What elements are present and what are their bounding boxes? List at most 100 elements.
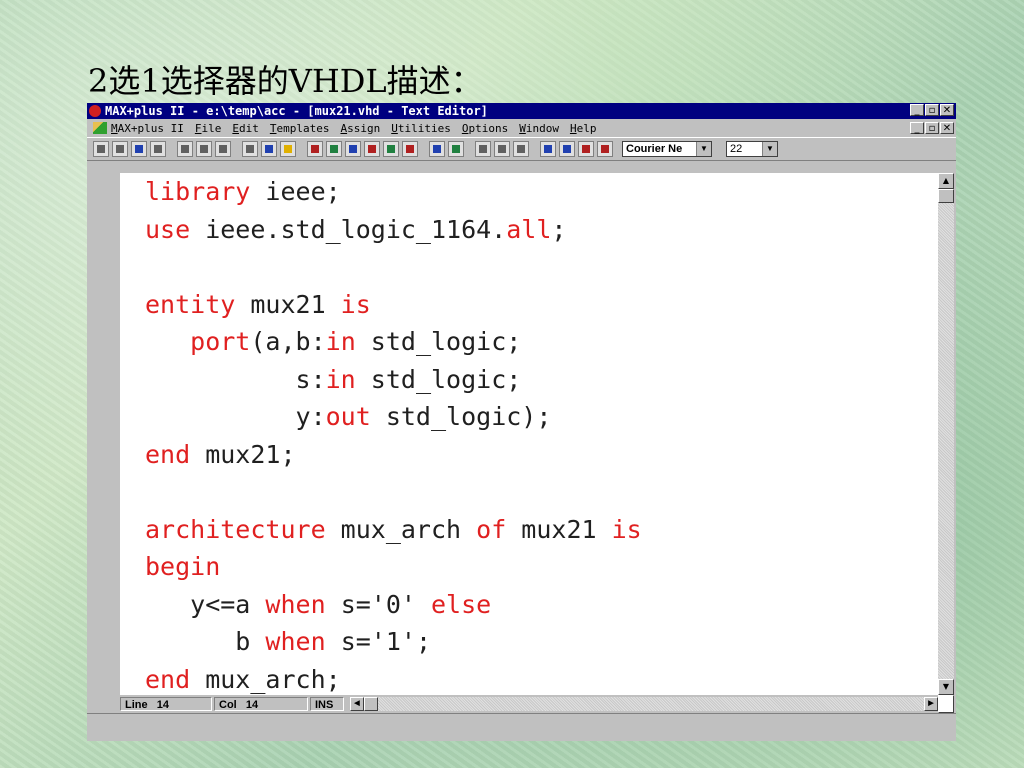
- find-icon[interactable]: [540, 141, 556, 157]
- editor-window: MAX+plus II - e:\temp\acc - [mux21.vhd -…: [87, 103, 956, 741]
- code-text: b: [145, 627, 266, 656]
- menu-item-window[interactable]: Window: [519, 122, 559, 135]
- code-keyword: out: [325, 402, 371, 431]
- project-save-icon[interactable]: [402, 141, 418, 157]
- font-size-select[interactable]: 22 ▼: [726, 141, 778, 157]
- status-col-value: 14: [245, 699, 259, 711]
- status-line: Line 14: [120, 697, 212, 711]
- hscroll-thumb[interactable]: [364, 697, 378, 711]
- slide-title: 2选1选择器的VHDL描述：: [88, 62, 483, 100]
- compile-icon[interactable]: [307, 141, 323, 157]
- print-icon[interactable]: [150, 141, 166, 157]
- project-check-icon[interactable]: [429, 141, 445, 157]
- floppy-icon[interactable]: [475, 141, 491, 157]
- code-text: (a,b:: [250, 327, 326, 356]
- code-line: y:out std_logic);: [120, 398, 938, 436]
- close-button[interactable]: ✕: [940, 104, 954, 116]
- code-line: b when s='1';: [120, 623, 938, 661]
- code-text: std_logic);: [370, 402, 552, 431]
- maximize-button[interactable]: ▫: [925, 104, 939, 116]
- scroll-left-icon[interactable]: ◀: [350, 697, 364, 711]
- undo-icon[interactable]: [242, 141, 258, 157]
- app-icon[interactable]: [89, 105, 101, 117]
- vertical-scrollbar[interactable]: ▲ ▼: [938, 173, 954, 713]
- menu-item-assign[interactable]: Assign: [340, 122, 380, 135]
- code-line: architecture mux_arch of mux21 is: [120, 511, 938, 549]
- timing-icon[interactable]: [345, 141, 361, 157]
- code-editor[interactable]: library ieee; use ieee.std_logic_1164.all…: [120, 173, 938, 695]
- programmer-icon[interactable]: [364, 141, 380, 157]
- paste-icon[interactable]: [215, 141, 231, 157]
- status-line-label: Line: [125, 699, 148, 711]
- menu-item-utilities[interactable]: Utilities: [391, 122, 451, 135]
- replace-icon[interactable]: [578, 141, 594, 157]
- code-keyword: of: [476, 514, 507, 544]
- status-bar: Line 14 Col 14 INS ◀ ▶: [120, 695, 938, 713]
- window-bottom: [87, 713, 956, 741]
- scroll-right-icon[interactable]: ▶: [924, 697, 938, 711]
- menu-item-templates[interactable]: Templates: [270, 122, 330, 135]
- code-keyword: library: [145, 177, 251, 206]
- menu-item-max-plus-ii[interactable]: MAX+plus II: [111, 122, 184, 135]
- new-icon[interactable]: [93, 141, 109, 157]
- horizontal-scrollbar[interactable]: ◀ ▶: [350, 697, 938, 711]
- menu-item-options[interactable]: Options: [462, 122, 508, 135]
- editor-area: library ieee; use ieee.std_logic_1164.all…: [87, 173, 956, 741]
- doc-maximize-button[interactable]: ▫: [925, 122, 939, 134]
- code-line: s:in std_logic;: [120, 361, 938, 399]
- code-text: mux21;: [190, 439, 296, 469]
- doc-close-button[interactable]: ✕: [940, 122, 954, 134]
- menu-item-file[interactable]: File: [195, 122, 222, 135]
- code-keyword: end: [145, 439, 191, 469]
- code-keyword: is: [611, 514, 642, 544]
- editor-gutter: [87, 173, 120, 713]
- save-icon[interactable]: [131, 141, 147, 157]
- chevron-down-icon[interactable]: ▼: [696, 142, 711, 156]
- font-select[interactable]: Courier Ne ▼: [622, 141, 712, 157]
- code-keyword: end: [145, 664, 191, 694]
- code-line: use ieee.std_logic_1164.all;: [120, 211, 938, 249]
- simulate-icon[interactable]: [326, 141, 342, 157]
- code-text: mux_arch: [325, 514, 477, 544]
- code-line: library ieee;: [120, 173, 938, 211]
- find-next-icon[interactable]: [559, 141, 575, 157]
- code-keyword: use: [145, 214, 191, 244]
- window-titlebar[interactable]: MAX+plus II - e:\temp\acc - [mux21.vhd -…: [87, 103, 956, 119]
- minimize-button[interactable]: _: [910, 104, 924, 116]
- code-keyword: begin: [145, 552, 221, 581]
- scroll-corner: [938, 695, 954, 713]
- chevron-down-icon[interactable]: ▼: [762, 142, 777, 156]
- status-col: Col 14: [214, 697, 308, 711]
- scroll-up-icon[interactable]: ▲: [938, 173, 954, 189]
- code-text: ieee;: [250, 177, 341, 206]
- copy-icon[interactable]: [196, 141, 212, 157]
- floppy2-icon[interactable]: [494, 141, 510, 157]
- menu-item-help[interactable]: Help: [570, 122, 597, 135]
- hierarchy-icon[interactable]: [280, 141, 296, 157]
- floorplan-icon[interactable]: [383, 141, 399, 157]
- scroll-down-icon[interactable]: ▼: [938, 679, 954, 695]
- font-size-value: 22: [730, 143, 743, 155]
- menu-item-edit[interactable]: Edit: [232, 122, 259, 135]
- doc-minimize-button[interactable]: _: [910, 122, 924, 134]
- floppy3-icon[interactable]: [513, 141, 529, 157]
- open-icon[interactable]: [112, 141, 128, 157]
- code-text: ieee.std_logic_1164.: [190, 214, 507, 244]
- code-keyword: when: [265, 627, 326, 656]
- code-keyword: is: [340, 289, 371, 319]
- document-icon[interactable]: [93, 122, 107, 134]
- replace-all-icon[interactable]: [597, 141, 613, 157]
- scroll-thumb[interactable]: [938, 189, 954, 203]
- code-text: std_logic;: [355, 364, 522, 394]
- code-line: begin: [120, 548, 938, 586]
- code-text: y:: [145, 402, 326, 431]
- font-select-value: Courier Ne: [626, 143, 683, 155]
- project-compile-icon[interactable]: [448, 141, 464, 157]
- status-mode: INS: [310, 697, 344, 711]
- code-text: y<=a: [145, 589, 266, 619]
- help-cursor-icon[interactable]: [261, 141, 277, 157]
- cut-icon[interactable]: [177, 141, 193, 157]
- window-title: MAX+plus II - e:\temp\acc - [mux21.vhd -…: [105, 104, 488, 118]
